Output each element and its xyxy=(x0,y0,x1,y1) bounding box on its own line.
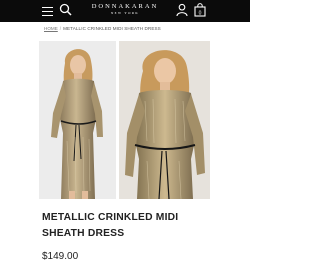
product-image-front[interactable] xyxy=(39,41,116,199)
product-image-detail[interactable] xyxy=(119,41,210,199)
brand-logo[interactable]: DONNAKARAN NEW YORK xyxy=(84,2,166,16)
product-title: METALLIC CRINKLED MIDI SHEATH DRESS xyxy=(42,212,179,239)
top-navigation-bar: DONNAKARAN NEW YORK 0 xyxy=(0,0,250,22)
breadcrumb: HOME / METALLIC CRINKLED MIDI SHEATH DRESS xyxy=(44,25,161,33)
shopping-bag-icon[interactable]: 0 xyxy=(194,3,206,17)
breadcrumb-home-link[interactable]: HOME xyxy=(44,26,58,31)
search-icon[interactable] xyxy=(59,3,72,16)
brand-name: DONNAKARAN xyxy=(91,3,159,10)
brand-tagline: NEW YORK xyxy=(110,11,140,15)
menu-icon[interactable] xyxy=(42,4,53,16)
bag-count: 0 xyxy=(199,10,202,16)
user-icon[interactable] xyxy=(176,3,188,17)
product-price: $149.00 xyxy=(42,251,79,262)
breadcrumb-current: METALLIC CRINKLED MIDI SHEATH DRESS xyxy=(63,26,161,31)
